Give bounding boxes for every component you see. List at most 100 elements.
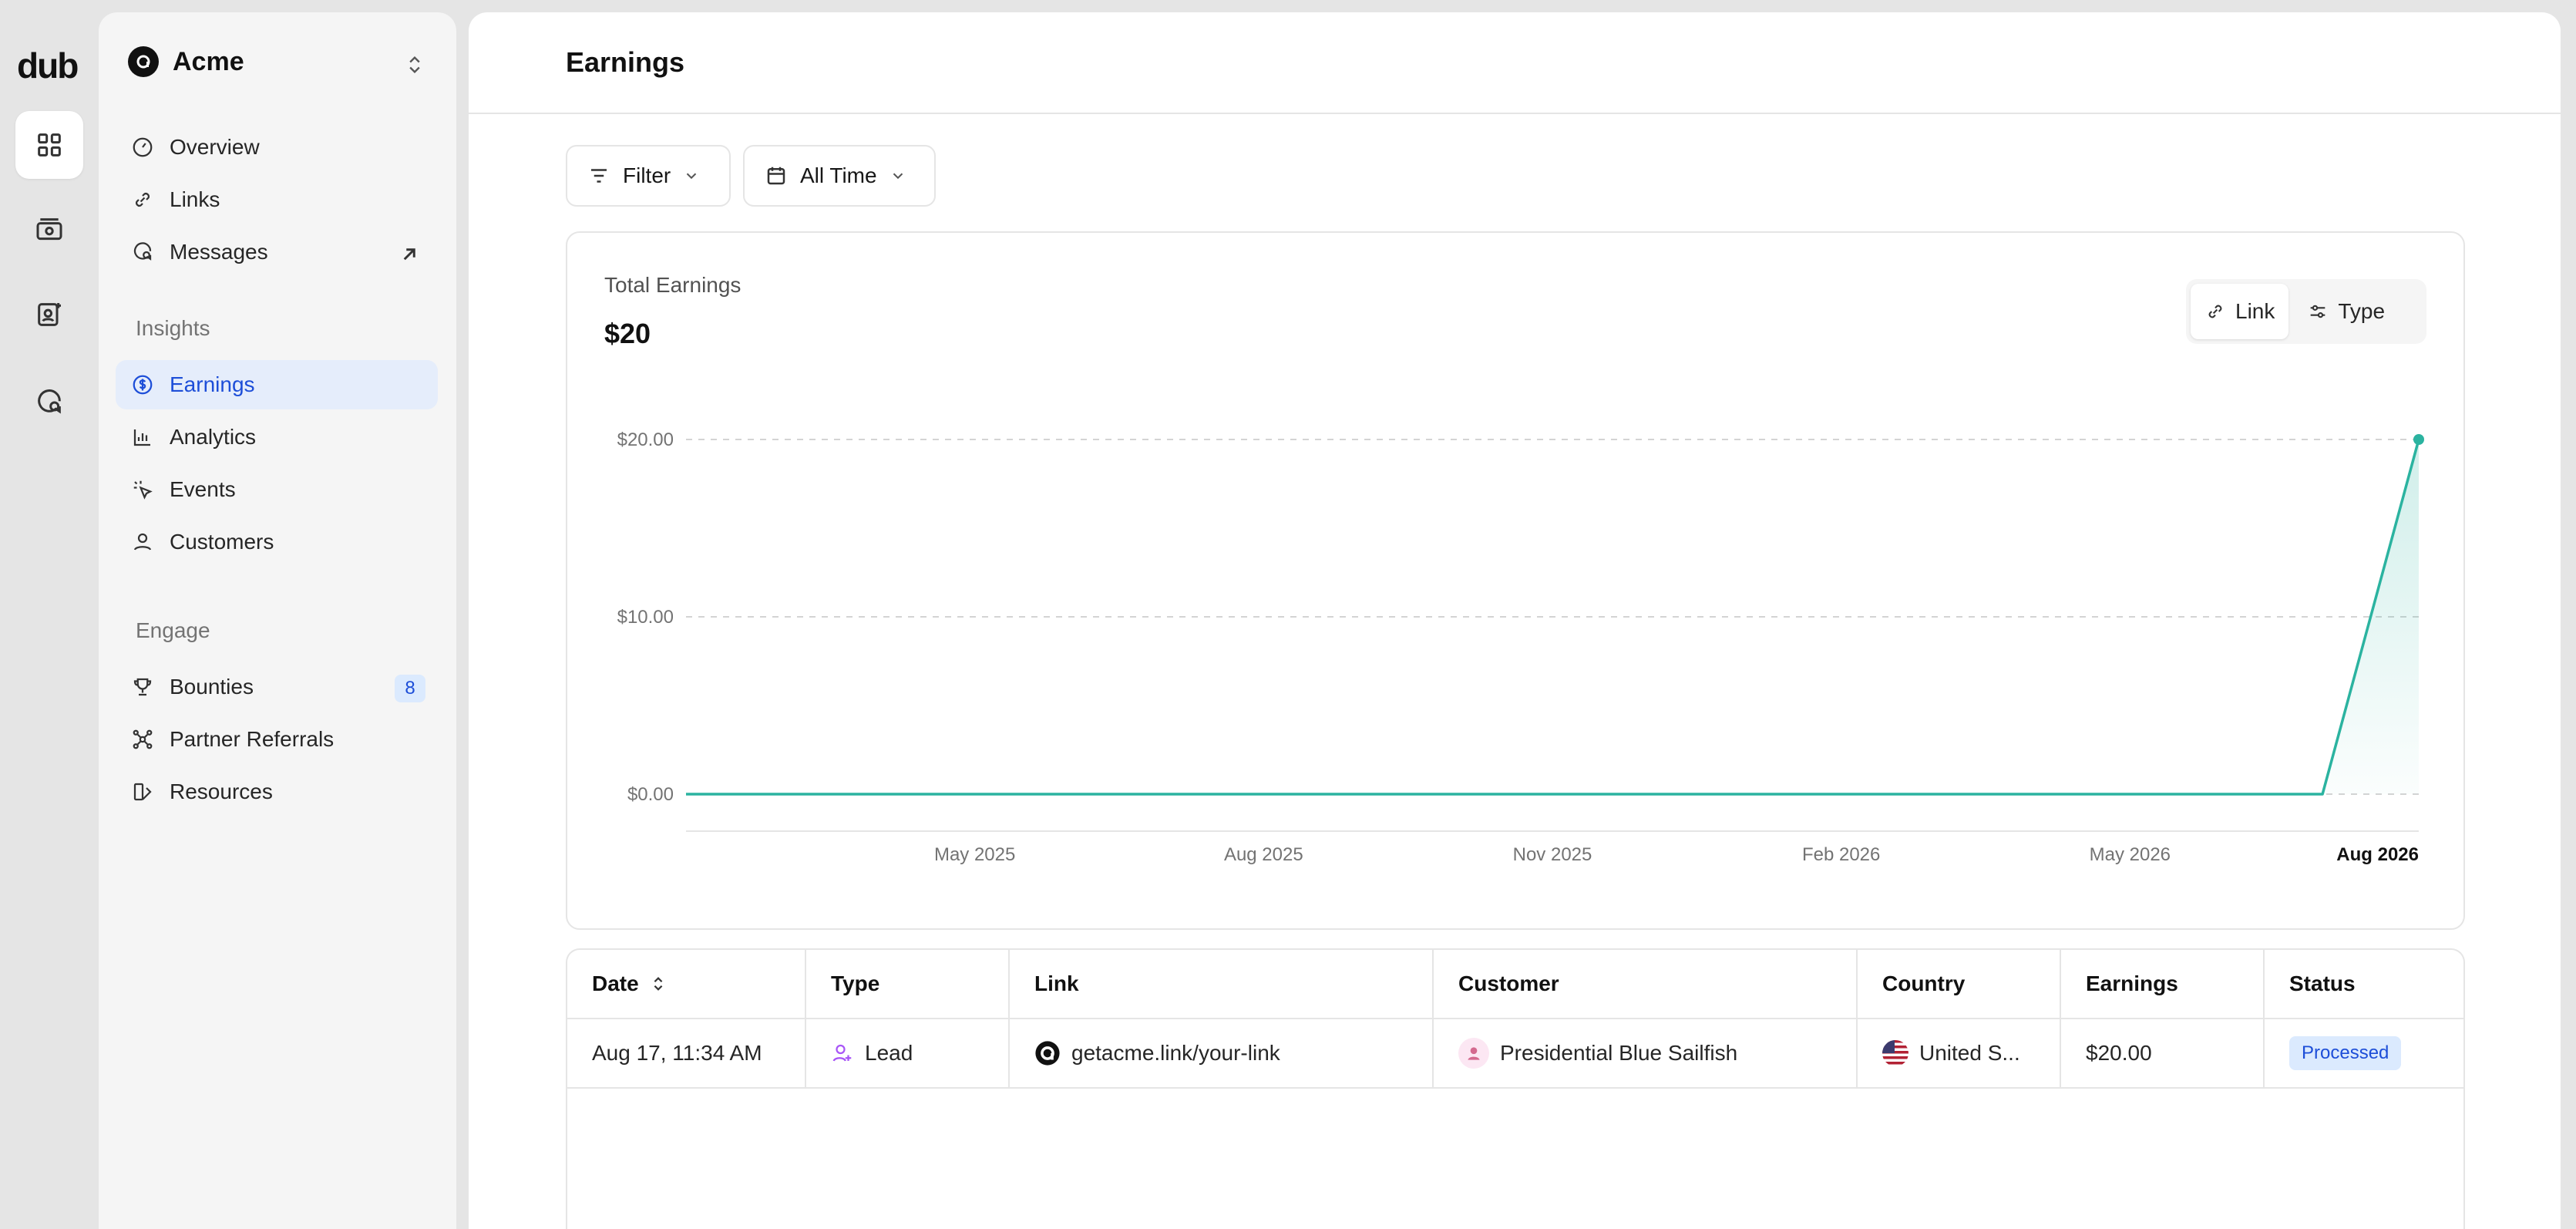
us-flag-icon bbox=[1882, 1040, 1908, 1066]
chevron-down-icon bbox=[893, 173, 903, 180]
bar-chart-icon bbox=[133, 429, 150, 446]
type-label: Lead bbox=[865, 1041, 913, 1065]
status-badge: Processed bbox=[2289, 1036, 2402, 1070]
x-tick-label: Aug 2025 bbox=[1224, 844, 1303, 865]
page-header: Earnings bbox=[469, 12, 2561, 114]
gauge-icon bbox=[133, 137, 153, 157]
sidebar-item-label: Analytics bbox=[170, 425, 257, 449]
column-header-label: Date bbox=[592, 971, 639, 995]
sort-icon bbox=[654, 977, 663, 991]
calendar-icon bbox=[767, 167, 785, 185]
toggle-type-label: Type bbox=[2338, 299, 2386, 323]
customer-name: Presidential Blue Sailfish bbox=[1500, 1041, 1738, 1065]
sidebar-item-label: Earnings bbox=[170, 372, 255, 396]
group-by-toggle: Link Type bbox=[2186, 279, 2426, 344]
acme-logo-icon bbox=[1035, 1041, 1060, 1066]
messages-nav-button[interactable] bbox=[15, 369, 83, 436]
app-window: dub Acme Overview Links Messages Insight… bbox=[0, 0, 2576, 1229]
customer-cell[interactable]: Presidential Blue Sailfish bbox=[1434, 1019, 1858, 1087]
payouts-nav-button[interactable] bbox=[15, 196, 83, 264]
filter-label: Filter bbox=[623, 163, 671, 187]
chevron-down-icon bbox=[687, 173, 697, 180]
workspace-name: Acme bbox=[173, 46, 244, 76]
earnings-cell: $20.00 bbox=[2061, 1019, 2265, 1087]
date-range-button[interactable]: All Time bbox=[743, 145, 936, 207]
workspace-switcher[interactable]: Acme bbox=[128, 46, 244, 77]
programs-nav-button[interactable] bbox=[15, 111, 83, 179]
profile-nav-button[interactable] bbox=[15, 281, 83, 348]
external-arrow-icon bbox=[403, 248, 415, 261]
sidebar-item-analytics[interactable]: Analytics bbox=[116, 412, 438, 462]
section-label-engage: Engage bbox=[136, 618, 210, 642]
sidebar-item-label: Customers bbox=[170, 530, 274, 554]
grid-icon bbox=[38, 133, 61, 157]
section-label-insights: Insights bbox=[136, 316, 210, 340]
sidebar-item-resources[interactable]: Resources bbox=[116, 767, 438, 817]
earnings-chart[interactable]: $0.00 $10.00 $20.00 May 2025 Aug 2025 Nov 202… bbox=[567, 233, 2463, 928]
total-earnings-value: $20 bbox=[604, 318, 651, 349]
network-icon bbox=[133, 729, 153, 749]
sidebar-item-events[interactable]: Events bbox=[116, 465, 438, 514]
toggle-link-label: Link bbox=[2235, 299, 2275, 323]
dub-logo[interactable]: dub bbox=[17, 45, 79, 86]
customer-avatar bbox=[1458, 1038, 1489, 1069]
link-icon bbox=[136, 193, 150, 207]
page-title: Earnings bbox=[566, 46, 685, 78]
filter-button[interactable]: Filter bbox=[566, 145, 731, 207]
shapes-icon bbox=[133, 783, 152, 801]
user-plus-icon bbox=[832, 1044, 852, 1062]
date-range-label: All Time bbox=[800, 163, 877, 187]
user-icon bbox=[133, 533, 152, 551]
sidebar: Acme Overview Links Messages Insights Ea… bbox=[99, 12, 456, 1229]
cursor-click-icon bbox=[133, 480, 153, 500]
sidebar-item-customers[interactable]: Customers bbox=[116, 517, 438, 567]
sidebar-item-label: Overview bbox=[170, 135, 260, 159]
link-icon bbox=[2208, 305, 2222, 318]
column-header-country: Country bbox=[1858, 950, 2061, 1018]
table-row[interactable]: Aug 17, 11:34 AM Lead getacme.link/your-… bbox=[567, 1019, 2463, 1089]
chevron-up-down-icon[interactable] bbox=[404, 51, 425, 79]
y-tick-label: $10.00 bbox=[617, 607, 674, 628]
link-text: getacme.link/your-link bbox=[1071, 1041, 1280, 1065]
user-card-icon bbox=[38, 303, 61, 326]
trophy-icon bbox=[133, 678, 152, 696]
person-icon bbox=[1468, 1047, 1480, 1060]
x-tick-label: May 2025 bbox=[934, 844, 1015, 865]
workspace-logo-icon bbox=[128, 46, 159, 77]
column-header-link: Link bbox=[1010, 950, 1434, 1018]
main-panel: Earnings Filter All Time $0.00 $10.00 $20.… bbox=[469, 12, 2561, 1229]
sidebar-item-bounties[interactable]: Bounties 8 bbox=[116, 662, 438, 712]
sidebar-item-partner-referrals[interactable]: Partner Referrals bbox=[116, 715, 438, 764]
toggle-type-option[interactable]: Type bbox=[2293, 284, 2399, 339]
total-earnings-label: Total Earnings bbox=[604, 273, 742, 297]
sidebar-item-earnings[interactable]: Earnings bbox=[116, 360, 438, 409]
earnings-table: Date Type Link Customer Country Earnings… bbox=[566, 948, 2465, 1229]
country-name: United S... bbox=[1919, 1041, 2020, 1065]
country-cell: United S... bbox=[1858, 1019, 2061, 1087]
x-tick-label: Nov 2025 bbox=[1513, 844, 1592, 865]
data-point bbox=[2413, 434, 2424, 445]
dollar-circle-icon bbox=[133, 375, 153, 395]
sidebar-item-label: Resources bbox=[170, 779, 273, 803]
column-header-status: Status bbox=[2289, 971, 2356, 995]
bounties-count-badge: 8 bbox=[395, 675, 425, 702]
column-header-customer: Customer bbox=[1434, 950, 1858, 1018]
sidebar-item-messages[interactable]: Messages bbox=[116, 227, 438, 277]
toggle-link-option[interactable]: Link bbox=[2191, 284, 2289, 339]
date-cell: Aug 17, 11:34 AM bbox=[567, 1019, 806, 1087]
column-header-type: Type bbox=[806, 950, 1010, 1018]
sidebar-item-links[interactable]: Links bbox=[116, 175, 438, 224]
column-header-earnings: Earnings bbox=[2061, 950, 2265, 1018]
y-tick-label: $20.00 bbox=[617, 429, 674, 450]
filter-icon bbox=[591, 169, 607, 183]
type-cell: Lead bbox=[806, 1019, 1010, 1087]
x-tick-label: Aug 2026 bbox=[2336, 844, 2419, 865]
column-header-date[interactable]: Date bbox=[567, 950, 806, 1018]
sliders-icon bbox=[2311, 305, 2325, 318]
link-cell[interactable]: getacme.link/your-link bbox=[1010, 1019, 1434, 1087]
chat-search-icon bbox=[38, 389, 61, 414]
chat-search-icon bbox=[133, 242, 152, 261]
sidebar-item-overview[interactable]: Overview bbox=[116, 123, 438, 172]
status-cell: Processed bbox=[2265, 1019, 2463, 1087]
x-tick-label: Feb 2026 bbox=[1802, 844, 1880, 865]
